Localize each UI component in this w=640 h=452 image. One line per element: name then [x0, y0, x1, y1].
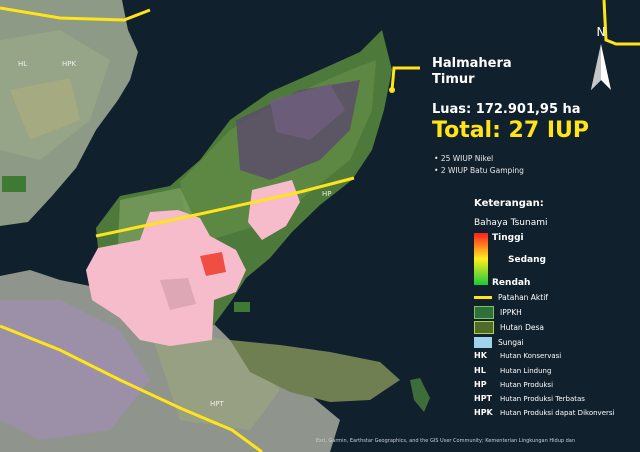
map-label-hl: HL	[18, 60, 28, 68]
forest-code-hpt: HPT Hutan Produksi Terbatas	[474, 392, 585, 405]
legend-item-label: IPPKH	[500, 307, 522, 317]
tsunami-legend-title: Bahaya Tsunami	[474, 218, 548, 228]
legend-item-fault: Patahan Aktif	[474, 290, 548, 304]
forest-code-desc: Hutan Konservasi	[500, 351, 562, 360]
region-name-line1: Halmahera	[432, 56, 512, 71]
map-label-hpt: HPT	[210, 400, 224, 408]
forest-code-hk: HK Hutan Konservasi	[474, 349, 561, 362]
tsunami-level-medium: Sedang	[508, 255, 546, 265]
tsunami-level-low: Rendah	[492, 278, 531, 288]
forest-code-hpk: HPK Hutan Produksi dapat Dikonversi	[474, 406, 614, 419]
compass-letter: N	[597, 25, 606, 39]
ippkh-swatch	[474, 305, 494, 319]
forest-code-desc: Hutan Produksi dapat Dikonversi	[500, 408, 615, 417]
region-name: Halmahera Timur	[432, 56, 512, 88]
hutan-desa-swatch	[474, 320, 494, 334]
legend-item-label: Sungai	[498, 337, 524, 347]
list-item: 2 WIUP Batu Gamping	[434, 165, 524, 177]
region-name-line2: Timur	[432, 72, 475, 87]
fault-line-swatch	[474, 295, 492, 299]
map-view[interactable]: HL HPK HP HPT N Halmahera Timur Luas: 17…	[0, 0, 640, 452]
legend-item-label: Hutan Desa	[500, 322, 544, 332]
forest-code: HK	[474, 351, 487, 360]
forest-code-hl: HL Hutan Lindung	[474, 364, 551, 377]
legend-item-hutan-desa: Hutan Desa	[474, 320, 544, 334]
forest-code-desc: Hutan Produksi Terbatas	[500, 394, 585, 403]
north-arrow-icon: N	[591, 25, 611, 90]
legend-item-ippkh: IPPKH	[474, 305, 522, 319]
forest-code-desc: Hutan Produksi	[500, 380, 554, 389]
legend-item-sungai: Sungai	[474, 335, 524, 349]
map-attribution: Esri, Garmin, Earthstar Geographics, and…	[316, 438, 576, 444]
map-label-hp: HP	[322, 190, 332, 198]
map-label-hpk: HPK	[62, 60, 77, 68]
forest-code-hp: HP Hutan Produksi	[474, 378, 553, 391]
tsunami-gradient-swatch	[474, 233, 488, 285]
area-stat: Luas: 172.901,95 ha	[432, 102, 581, 117]
total-iup: Total: 27 IUP	[432, 118, 590, 143]
tsunami-level-high: Tinggi	[492, 233, 524, 243]
forest-code: HP	[474, 380, 487, 389]
forest-code-desc: Hutan Lindung	[500, 366, 552, 375]
iup-breakdown-list: 25 WIUP Nikel 2 WIUP Batu Gamping	[434, 153, 524, 177]
legend-item-label: Patahan Aktif	[498, 292, 548, 302]
legend-title: Keterangan:	[474, 198, 544, 209]
forest-code: HPK	[474, 408, 493, 417]
forest-code: HL	[474, 366, 486, 375]
forest-code: HPT	[474, 394, 493, 403]
region-marker	[389, 87, 395, 93]
list-item: 25 WIUP Nikel	[434, 153, 524, 165]
river-swatch	[474, 336, 492, 348]
